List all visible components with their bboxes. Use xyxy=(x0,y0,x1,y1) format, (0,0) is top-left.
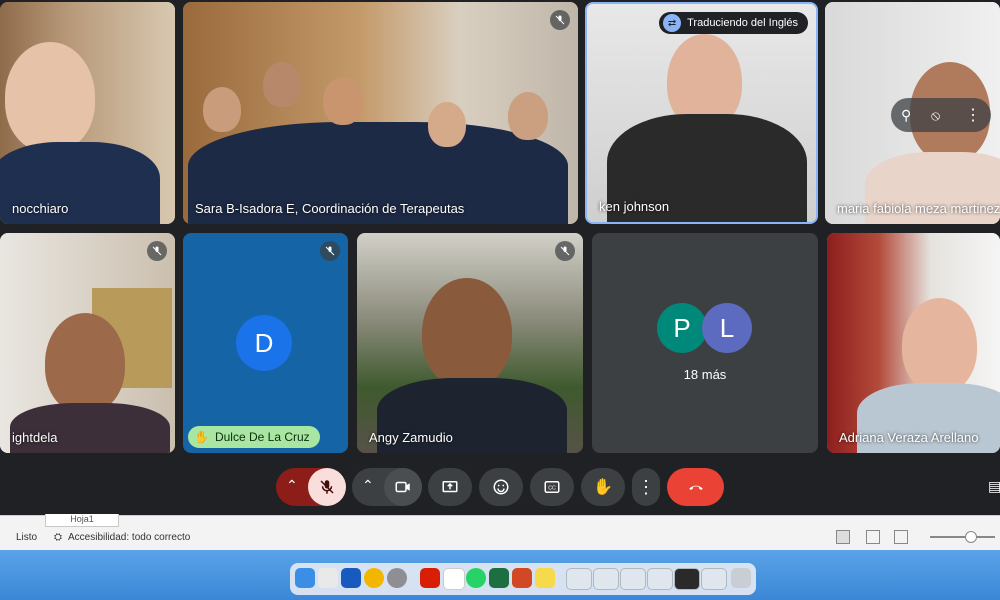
accessibility-icon: ⛭ xyxy=(54,532,62,543)
more-icon[interactable]: ⋮ xyxy=(965,105,981,125)
overflow-avatar: P xyxy=(657,303,707,353)
present-icon xyxy=(442,481,458,493)
participant-tile[interactable]: Angy Zamudio xyxy=(357,233,583,453)
raise-hand-icon: ✋ xyxy=(593,479,613,496)
mic-control-group[interactable]: ⌃ xyxy=(276,468,346,506)
chevron-up-icon[interactable]: ⌃ xyxy=(286,477,298,494)
window-thumbnail-icon[interactable] xyxy=(647,568,673,590)
camera-control-group[interactable]: ⌃ xyxy=(352,468,422,506)
normal-view-icon[interactable] xyxy=(836,530,850,544)
participant-name: maria fabiola meza martinez xyxy=(837,201,1000,216)
accessibility-status[interactable]: Accesibilidad: todo correcto xyxy=(68,532,190,543)
notion-icon[interactable] xyxy=(443,568,465,590)
overflow-tile[interactable]: P L 18 más xyxy=(592,233,818,453)
participant-body xyxy=(10,403,170,453)
launchpad-icon[interactable] xyxy=(318,568,338,588)
svg-text:CC: CC xyxy=(548,485,556,491)
tile-hover-controls: ⚲ ⦸ ⋮ xyxy=(891,98,991,132)
zoom-slider-handle[interactable] xyxy=(965,531,977,543)
participant-name: Dulce De La Cruz xyxy=(214,430,310,444)
chevron-up-icon[interactable]: ⌃ xyxy=(362,477,374,494)
translation-label: Traduciendo del Inglés xyxy=(687,17,798,29)
mic-off-icon xyxy=(555,241,575,261)
window-thumbnail-icon[interactable] xyxy=(593,568,619,590)
window-thumbnail-icon[interactable] xyxy=(701,568,727,590)
participant-face xyxy=(422,278,512,388)
participant-avatar: D xyxy=(236,315,292,371)
whatsapp-icon[interactable] xyxy=(466,568,486,588)
overflow-count: 18 más xyxy=(683,367,727,382)
finder-icon[interactable] xyxy=(295,568,315,588)
translate-icon: ⇄ xyxy=(663,14,682,32)
powerpoint-icon[interactable] xyxy=(512,568,532,588)
more-options-button[interactable]: ⋮ xyxy=(632,468,660,506)
emoji-button[interactable] xyxy=(479,468,523,506)
participant-face xyxy=(45,313,125,413)
mic-off-icon[interactable] xyxy=(308,468,346,506)
participant-tile-active[interactable]: ⇄ Traduciendo del Inglés ken johnson xyxy=(585,2,818,224)
participant-tile[interactable]: ightdela xyxy=(0,233,175,453)
zoom-slider[interactable] xyxy=(930,536,995,538)
emoji-icon xyxy=(493,479,509,495)
chrome-icon[interactable] xyxy=(364,568,384,588)
pin-icon[interactable]: ⚲ xyxy=(901,107,911,124)
translation-badge: ⇄ Traduciendo del Inglés xyxy=(659,12,808,34)
participant-name: Angy Zamudio xyxy=(369,430,453,445)
participant-tile[interactable]: D ✋ Dulce De La Cruz xyxy=(183,233,348,453)
participant-name: ken johnson xyxy=(599,199,670,214)
window-thumbnail-icon[interactable] xyxy=(620,568,646,590)
end-call-icon xyxy=(688,485,703,490)
raise-hand-button[interactable]: ✋ xyxy=(581,468,625,506)
raised-hand-badge: ✋ Dulce De La Cruz xyxy=(188,426,320,448)
page-layout-icon[interactable] xyxy=(866,530,880,544)
participant-face xyxy=(902,298,977,393)
mute-icon[interactable]: ⦸ xyxy=(931,107,940,124)
participant-face xyxy=(508,92,548,140)
excel-icon[interactable] xyxy=(489,568,509,588)
participant-face xyxy=(5,42,95,152)
participant-face xyxy=(203,87,241,132)
chat-icon[interactable]: ▤ xyxy=(988,478,1000,495)
mic-off-icon xyxy=(320,241,340,261)
notes-icon[interactable] xyxy=(535,568,555,588)
sheet-tab[interactable]: Hoja1 xyxy=(45,514,119,527)
more-icon: ⋮ xyxy=(637,476,655,497)
raise-hand-icon: ✋ xyxy=(194,430,209,444)
present-button[interactable] xyxy=(428,468,472,506)
mic-off-icon xyxy=(147,241,167,261)
acrobat-icon[interactable] xyxy=(420,568,440,588)
participant-face xyxy=(323,77,363,125)
status-ready: Listo xyxy=(16,532,38,543)
captions-icon: CC xyxy=(544,481,560,493)
participant-tile[interactable]: ⚲ ⦸ ⋮ maria fabiola meza martinez xyxy=(825,2,1000,224)
participant-face xyxy=(428,102,466,147)
mic-off-icon xyxy=(550,10,570,30)
captions-button[interactable]: CC xyxy=(530,468,574,506)
window-thumbnail-icon[interactable] xyxy=(674,568,700,590)
settings-icon[interactable] xyxy=(387,568,407,588)
participant-grid: nocchiaro Sara B-Isadora E, Coordinación… xyxy=(0,0,1000,460)
end-call-button[interactable] xyxy=(667,468,724,506)
participant-tile[interactable]: Adriana Veraza Arellano xyxy=(827,233,1000,453)
participant-name: Sara B-Isadora E, Coordinación de Terape… xyxy=(195,201,465,216)
participant-tile[interactable]: Sara B-Isadora E, Coordinación de Terape… xyxy=(183,2,578,224)
trash-icon[interactable] xyxy=(731,568,751,588)
participant-tile[interactable]: nocchiaro xyxy=(0,2,175,224)
camera-icon[interactable] xyxy=(384,468,422,506)
spreadsheet-statusbar: Hoja1 Listo ⛭ Accesibilidad: todo correc… xyxy=(0,514,1000,551)
window-thumbnail-icon[interactable] xyxy=(566,568,592,590)
participant-name: Adriana Veraza Arellano xyxy=(839,430,979,445)
meeting-control-bar: ⌃ ⌃ CC ✋ ⋮ ▤ xyxy=(0,460,1000,515)
word-icon[interactable] xyxy=(341,568,361,588)
participant-name: ightdela xyxy=(12,430,58,445)
participant-face xyxy=(263,62,301,107)
page-break-icon[interactable] xyxy=(894,530,908,544)
overflow-avatar: L xyxy=(702,303,752,353)
participant-name: nocchiaro xyxy=(12,201,69,216)
